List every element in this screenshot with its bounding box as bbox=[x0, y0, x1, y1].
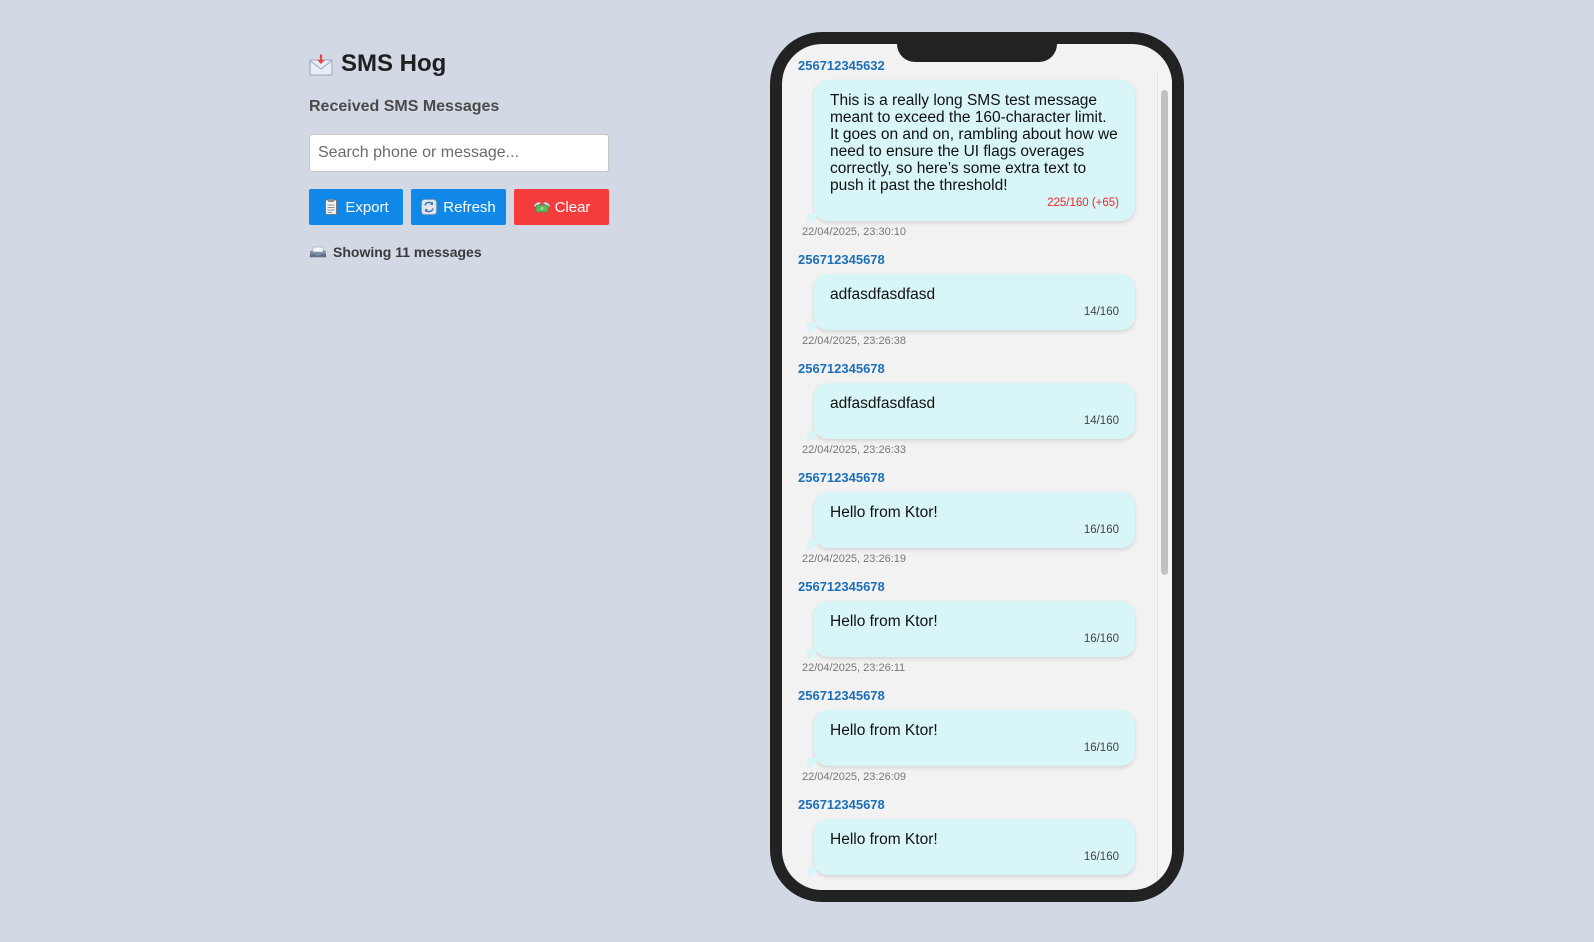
message-bubble: adfasdfasdfasd 14/160 bbox=[807, 383, 1135, 441]
message-text: adfasdfasdfasd bbox=[830, 286, 936, 303]
message-text: adfasdfasdfasd bbox=[830, 395, 936, 412]
character-count: 16/160 bbox=[1083, 742, 1119, 754]
clear-button[interactable]: Clear bbox=[514, 189, 609, 225]
message-item: 256712345678 Hello from Ktor! 16/160 bbox=[798, 797, 1140, 890]
phone-frame: 256712345632 This is a really long SMS t… bbox=[770, 32, 1184, 902]
message-item: 256712345678 adfasdfasdfasd 14/160 22/04… bbox=[798, 361, 1140, 458]
message-bubble: Hello from Ktor! 16/160 bbox=[807, 492, 1135, 550]
inbox-tray-icon bbox=[309, 245, 327, 259]
envelope-icon bbox=[309, 54, 333, 76]
refresh-icon bbox=[421, 199, 438, 215]
message-item: 256712345678 Hello from Ktor! 16/160 22/… bbox=[798, 470, 1140, 567]
message-timestamp: 22/04/2025, 23:26:38 bbox=[802, 335, 906, 347]
message-sender: 256712345678 bbox=[798, 252, 885, 267]
message-item: 256712345678 Hello from Ktor! 16/160 22/… bbox=[798, 688, 1140, 785]
character-count: 16/160 bbox=[1083, 851, 1119, 863]
message-timestamp: 22/04/2025, 23:26:19 bbox=[802, 553, 906, 565]
search-input[interactable] bbox=[309, 134, 609, 172]
phone-screen: 256712345632 This is a really long SMS t… bbox=[782, 44, 1172, 890]
refresh-button[interactable]: Refresh bbox=[411, 189, 506, 225]
export-label: Export bbox=[345, 198, 389, 216]
message-timestamp: 22/04/2025, 23:26:09 bbox=[802, 771, 906, 783]
character-count: 16/160 bbox=[1083, 524, 1119, 536]
message-text: Hello from Ktor! bbox=[830, 722, 938, 739]
refresh-label: Refresh bbox=[443, 198, 496, 216]
message-timestamp: 22/04/2025, 23:26:11 bbox=[802, 662, 906, 674]
message-list-scrollbar[interactable] bbox=[1157, 72, 1172, 890]
message-text: This is a really long SMS test message m… bbox=[830, 92, 1118, 194]
message-text: Hello from Ktor! bbox=[830, 613, 938, 630]
message-text: Hello from Ktor! bbox=[830, 831, 938, 848]
character-count: 14/160 bbox=[1083, 415, 1119, 427]
message-count-status: Showing 11 messages bbox=[309, 243, 609, 261]
message-item: 256712345632 This is a really long SMS t… bbox=[798, 58, 1140, 240]
message-text: Hello from Ktor! bbox=[830, 504, 938, 521]
app-title-text: SMS Hog bbox=[341, 50, 447, 77]
message-item: 256712345678 Hello from Ktor! 16/160 22/… bbox=[798, 579, 1140, 676]
message-bubble: Hello from Ktor! 16/160 bbox=[807, 601, 1135, 659]
control-panel: SMS Hog Received SMS Messages Export bbox=[309, 46, 609, 261]
message-list[interactable]: 256712345632 This is a really long SMS t… bbox=[782, 44, 1158, 890]
message-count-text: Showing 11 messages bbox=[333, 244, 482, 260]
message-sender: 256712345678 bbox=[798, 470, 885, 485]
clear-label: Clear bbox=[554, 198, 591, 216]
message-bubble: adfasdfasdfasd 14/160 bbox=[807, 274, 1135, 332]
character-count: 225/160 (+65) bbox=[1047, 197, 1119, 209]
message-timestamp bbox=[802, 880, 1140, 890]
message-timestamp: 22/04/2025, 23:26:33 bbox=[802, 444, 906, 456]
toolbar: Export Refresh Clear bbox=[309, 189, 609, 225]
message-bubble: Hello from Ktor! 16/160 bbox=[807, 710, 1135, 768]
message-sender: 256712345678 bbox=[798, 688, 885, 703]
section-subtitle: Received SMS Messages bbox=[309, 98, 500, 115]
phone-notch bbox=[897, 44, 1057, 62]
message-sender: 256712345678 bbox=[798, 579, 885, 594]
character-count: 14/160 bbox=[1083, 306, 1119, 318]
money-with-wings-icon bbox=[533, 199, 551, 215]
character-count: 16/160 bbox=[1083, 633, 1119, 645]
message-sender: 256712345678 bbox=[798, 797, 885, 812]
message-timestamp: 22/04/2025, 23:30:10 bbox=[802, 226, 906, 238]
scrollbar-thumb[interactable] bbox=[1161, 90, 1168, 575]
message-bubble: This is a really long SMS test message m… bbox=[807, 80, 1135, 223]
page-title: SMS Hog bbox=[309, 46, 609, 82]
message-bubble: Hello from Ktor! 16/160 bbox=[807, 819, 1135, 877]
clipboard-icon bbox=[323, 199, 339, 215]
message-item: 256712345678 adfasdfasdfasd 14/160 22/04… bbox=[798, 252, 1140, 349]
message-sender: 256712345678 bbox=[798, 361, 885, 376]
export-button[interactable]: Export bbox=[309, 189, 403, 225]
